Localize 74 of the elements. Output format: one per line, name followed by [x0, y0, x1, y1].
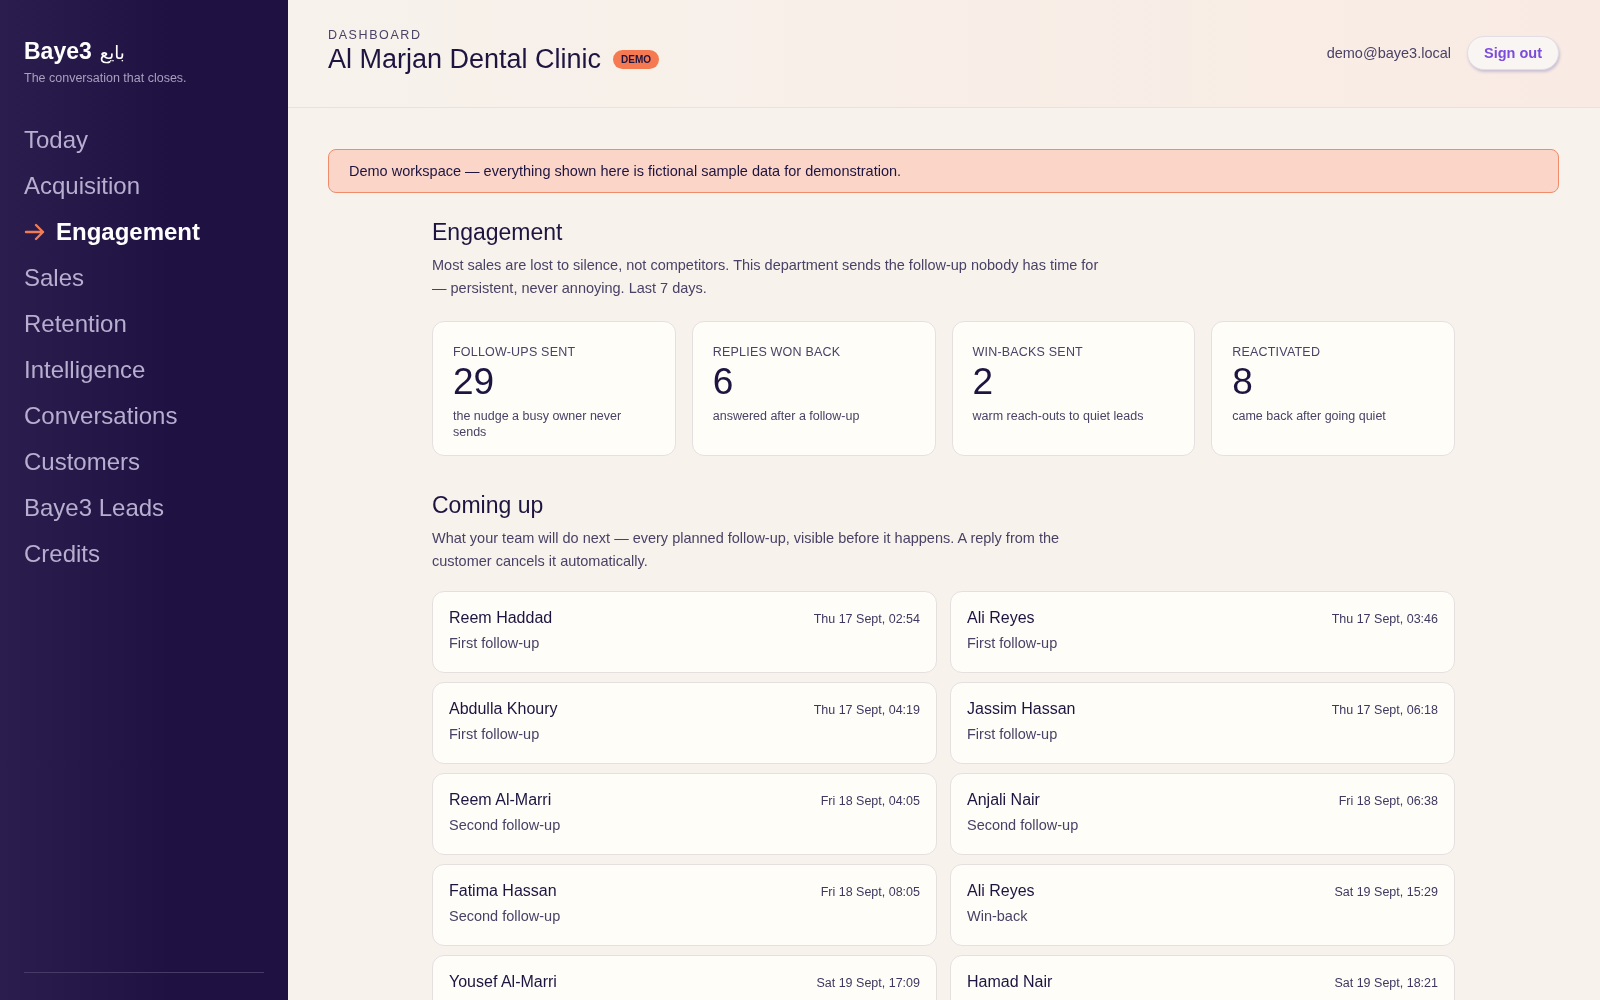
page-title: Al Marjan Dental Clinic	[328, 44, 602, 75]
section-title: Coming up	[432, 492, 545, 519]
follow-up-step: Second follow-up	[449, 908, 561, 924]
nav-item[interactable]: Acquisition	[24, 170, 141, 201]
nav-item[interactable]: Intelligence	[24, 354, 146, 385]
page-eyebrow: DASHBOARD	[328, 28, 423, 42]
scheduled-time: Sat 19 Sept, 17:09	[816, 976, 920, 990]
contact-name: Yousef Al-Marri	[449, 973, 557, 991]
contact-name: Ali Reyes	[967, 882, 1035, 900]
demo-banner: Demo workspace — everything shown here is fictional sample data for demonstration.	[328, 149, 1559, 193]
follow-up-card[interactable]: Ali Reyes Thu 17 Sept, 03:46 First follow-up	[950, 591, 1455, 673]
contact-name: Anjali Nair	[967, 791, 1040, 809]
follow-up-card[interactable]: Reem Haddad Thu 17 Sept, 02:54 First follow-up	[432, 591, 937, 673]
follow-up-card[interactable]: Hamad Nair Sat 19 Sept, 18:21	[950, 955, 1455, 1000]
follow-up-step: Second follow-up	[449, 817, 561, 833]
brand-name: Baye3	[24, 38, 92, 65]
scheduled-time: Sat 19 Sept, 18:21	[1334, 976, 1438, 990]
follow-up-card[interactable]: Reem Al-Marri Fri 18 Sept, 04:05 Second follow-up	[432, 773, 937, 855]
contact-name: Jassim Hassan	[967, 700, 1076, 718]
nav-item[interactable]: Baye3 Leads	[24, 492, 165, 523]
contact-name: Ali Reyes	[967, 609, 1035, 627]
follow-up-card[interactable]: Yousef Al-Marri Sat 19 Sept, 17:09	[432, 955, 937, 1000]
stat-value: 8	[1232, 362, 1253, 402]
scheduled-time: Fri 18 Sept, 04:05	[820, 794, 920, 808]
follow-up-card[interactable]: Anjali Nair Fri 18 Sept, 06:38 Second follow-up	[950, 773, 1455, 855]
stat-note: the nudge a busy owner never sends	[453, 408, 623, 440]
stat-note: came back after going quiet	[1232, 408, 1387, 424]
contact-name: Reem Al-Marri	[449, 791, 552, 809]
section-description: Most sales are lost to silence, not competitors. This department sends the follow-up nobody has time for — persistent, never annoying. Last 7 days.	[432, 256, 1100, 298]
follow-up-card[interactable]: Fatima Hassan Fri 18 Sept, 08:05 Second follow-up	[432, 864, 937, 946]
scheduled-time: Fri 18 Sept, 08:05	[820, 885, 920, 899]
scheduled-time: Fri 18 Sept, 06:38	[1338, 794, 1438, 808]
follow-up-card[interactable]: Abdulla Khoury Thu 17 Sept, 04:19 First follow-up	[432, 682, 937, 764]
stat-label: FOLLOW-UPS SENT	[453, 345, 576, 359]
nav-item[interactable]: Conversations	[24, 400, 178, 431]
follow-up-step: First follow-up	[967, 726, 1058, 742]
brand-tagline: The conversation that closes.	[24, 71, 187, 85]
contact-name: Hamad Nair	[967, 973, 1053, 991]
nav-item[interactable]: Engagement	[24, 216, 201, 247]
scheduled-time: Sat 19 Sept, 15:29	[1334, 885, 1438, 899]
section-description: What your team will do next — every planned follow-up, visible before it happens. A reply from the customer cancels it automatically.	[432, 529, 1061, 571]
stat-value: 29	[453, 362, 495, 402]
user-email: demo@baye3.local	[1326, 45, 1451, 61]
stat-label: REACTIVATED	[1232, 345, 1321, 359]
stat-value: 2	[972, 362, 994, 402]
follow-up-step: Win-back	[967, 908, 1028, 924]
contact-name: Abdulla Khoury	[449, 700, 558, 718]
stat-label: WIN-BACKS SENT	[972, 345, 1083, 359]
stat-note: warm reach-outs to quiet leads	[972, 408, 1145, 424]
nav-item[interactable]: Credits	[24, 538, 101, 569]
brand-arabic-name: بايع	[99, 42, 125, 63]
follow-up-step: First follow-up	[449, 635, 540, 651]
stat-note: answered after a follow-up	[712, 408, 861, 424]
contact-name: Fatima Hassan	[449, 882, 557, 900]
scheduled-time: Thu 17 Sept, 04:19	[813, 703, 920, 717]
contact-name: Reem Haddad	[449, 609, 553, 627]
scheduled-time: Thu 17 Sept, 02:54	[813, 612, 920, 626]
follow-up-card[interactable]: Jassim Hassan Thu 17 Sept, 06:18 First follow-up	[950, 682, 1455, 764]
nav-item[interactable]: Today	[24, 124, 89, 155]
arrow-icon	[24, 222, 46, 241]
follow-up-step: Second follow-up	[967, 817, 1079, 833]
stat-value: 6	[712, 362, 734, 402]
nav-item[interactable]: Retention	[24, 308, 127, 339]
nav-item[interactable]: Sales	[24, 262, 85, 293]
follow-up-card[interactable]: Ali Reyes Sat 19 Sept, 15:29 Win-back	[950, 864, 1455, 946]
nav-item[interactable]: Customers	[24, 446, 141, 477]
scheduled-time: Thu 17 Sept, 03:46	[1331, 612, 1438, 626]
section-title: Engagement	[432, 219, 564, 246]
sign-out-button[interactable]: Sign out	[1467, 36, 1559, 70]
demo-badge: DEMO	[613, 50, 660, 69]
scheduled-time: Thu 17 Sept, 06:18	[1331, 703, 1438, 717]
stat-label: REPLIES WON BACK	[712, 345, 841, 359]
follow-up-step: First follow-up	[967, 635, 1058, 651]
follow-up-step: First follow-up	[449, 726, 540, 742]
